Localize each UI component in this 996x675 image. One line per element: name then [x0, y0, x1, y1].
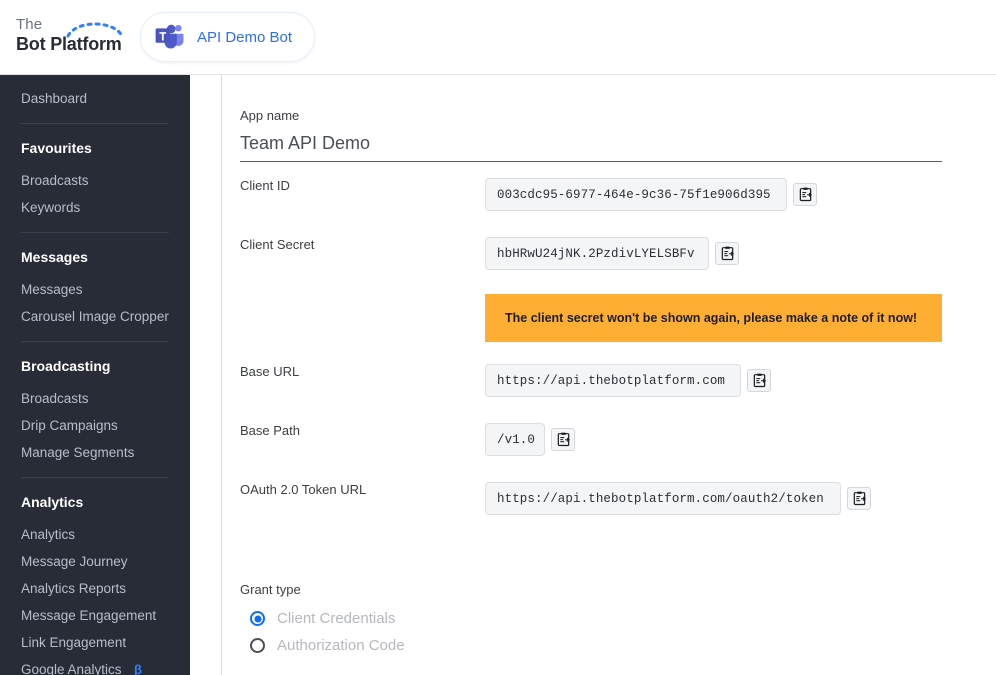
client-id-label: Client ID: [240, 178, 290, 193]
sidebar-item-label: Link Engagement: [21, 635, 127, 650]
app-name-value: Team API Demo: [240, 133, 371, 153]
client-secret-label: Client Secret: [240, 237, 315, 252]
base-path-label: Base Path: [240, 423, 300, 438]
sidebar-item-drip-campaigns[interactable]: Drip Campaigns: [0, 412, 190, 439]
grant-type-option-authorization-code[interactable]: Authorization Code: [250, 637, 405, 654]
sidebar-item-message-journey[interactable]: Message Journey: [0, 548, 190, 575]
client-secret-warning-banner: The client secret won't be shown again, …: [485, 294, 942, 342]
oauth-token-url-label: OAuth 2.0 Token URL: [240, 482, 367, 497]
sidebar-item-label: Broadcasts: [21, 391, 89, 406]
sidebar-item-messages[interactable]: Messages: [0, 276, 190, 303]
sidebar-item-google-analytics[interactable]: Google Analytics β: [0, 656, 190, 675]
radio-client-credentials[interactable]: [250, 611, 265, 626]
sidebar-item-link-engagement[interactable]: Link Engagement: [0, 629, 190, 656]
oauth-token-url-field[interactable]: https://api.thebotplatform.com/oauth2/to…: [485, 482, 841, 515]
sidebar-item-label: Broadcasts: [21, 173, 89, 188]
sidebar-item-keywords[interactable]: Keywords: [0, 194, 190, 221]
copy-icon: [853, 491, 866, 506]
sidebar-heading-label: Favourites: [21, 140, 92, 156]
sidebar-item-analytics[interactable]: Analytics: [0, 521, 190, 548]
sidebar-item-label: Google Analytics: [21, 662, 122, 675]
radio-label: Client Credentials: [277, 610, 396, 627]
sidebar-item-label: Keywords: [21, 200, 81, 215]
app-name-label: App name: [240, 108, 300, 123]
grant-type-option-client-credentials[interactable]: Client Credentials: [250, 610, 395, 627]
copy-icon: [753, 373, 766, 388]
sidebar-item-broadcasts-fav[interactable]: Broadcasts: [0, 167, 190, 194]
grant-type-label: Grant type: [240, 582, 301, 597]
app-name-underline: [240, 161, 942, 162]
bot-selector-label: API Demo Bot: [197, 28, 293, 46]
brand-logo[interactable]: The Bot Platform: [16, 16, 126, 60]
copy-client-id-button[interactable]: [793, 183, 817, 206]
sidebar-item-message-engagement[interactable]: Message Engagement: [0, 602, 190, 629]
sidebar-item-label: Message Engagement: [21, 608, 157, 623]
sidebar-divider: [21, 232, 169, 233]
sidebar-item-label: Messages: [21, 282, 83, 297]
sidebar-item-label: Drip Campaigns: [21, 418, 118, 433]
sidebar-item-label: Analytics Reports: [21, 581, 127, 596]
sidebar-heading-messages: Messages: [0, 244, 190, 270]
sidebar-divider: [21, 341, 169, 342]
copy-icon: [799, 187, 812, 202]
copy-oauth-token-url-button[interactable]: [847, 487, 871, 510]
copy-client-secret-button[interactable]: [715, 242, 739, 265]
sidebar-item-manage-segments[interactable]: Manage Segments: [0, 439, 190, 466]
sidebar-item-dashboard[interactable]: Dashboard: [0, 85, 190, 112]
copy-icon: [721, 246, 734, 261]
sidebar-heading-label: Messages: [21, 249, 88, 265]
sidebar: Dashboard Favourites Broadcasts Keywords…: [0, 75, 190, 675]
client-secret-field[interactable]: hbHRwU24jNK.2PzdivLYELSBFv: [485, 237, 709, 270]
copy-base-url-button[interactable]: [747, 369, 771, 392]
sidebar-divider: [21, 123, 169, 124]
base-url-field[interactable]: https://api.thebotplatform.com: [485, 364, 741, 397]
beta-badge: β: [134, 662, 142, 675]
base-url-label: Base URL: [240, 364, 300, 379]
copy-icon: [557, 432, 570, 447]
sidebar-heading-analytics: Analytics: [0, 489, 190, 515]
main-content: App name Team API Demo Client ID 003cdc9…: [222, 75, 996, 675]
brand-arc-icon: [66, 22, 124, 38]
sidebar-item-label: Dashboard: [21, 91, 88, 106]
sidebar-heading-favourites: Favourites: [0, 135, 190, 161]
radio-authorization-code[interactable]: [250, 638, 265, 653]
sidebar-item-label: Carousel Image Cropper: [21, 309, 169, 324]
sidebar-item-label: Manage Segments: [21, 445, 135, 460]
sidebar-item-label: Message Journey: [21, 554, 128, 569]
top-bar: The Bot Platform API Demo Bot: [0, 0, 996, 75]
sidebar-item-carousel-image-cropper[interactable]: Carousel Image Cropper: [0, 303, 190, 330]
sidebar-divider: [21, 477, 169, 478]
client-id-field[interactable]: 003cdc95-6977-464e-9c36-75f1e906d395: [485, 178, 787, 211]
sidebar-item-broadcasts[interactable]: Broadcasts: [0, 385, 190, 412]
base-path-field[interactable]: /v1.0: [485, 423, 545, 456]
sidebar-item-label: Analytics: [21, 527, 76, 542]
sidebar-item-analytics-reports[interactable]: Analytics Reports: [0, 575, 190, 602]
warning-text: The client secret won't be shown again, …: [505, 311, 918, 325]
sidebar-heading-label: Analytics: [21, 494, 84, 510]
sidebar-heading-label: Broadcasting: [21, 358, 111, 374]
radio-label: Authorization Code: [277, 637, 405, 654]
copy-base-path-button[interactable]: [551, 428, 575, 451]
microsoft-teams-icon: [155, 24, 184, 49]
bot-selector-button[interactable]: API Demo Bot: [140, 12, 316, 62]
sidebar-heading-broadcasting: Broadcasting: [0, 353, 190, 379]
brand-the-text: The: [16, 16, 43, 33]
